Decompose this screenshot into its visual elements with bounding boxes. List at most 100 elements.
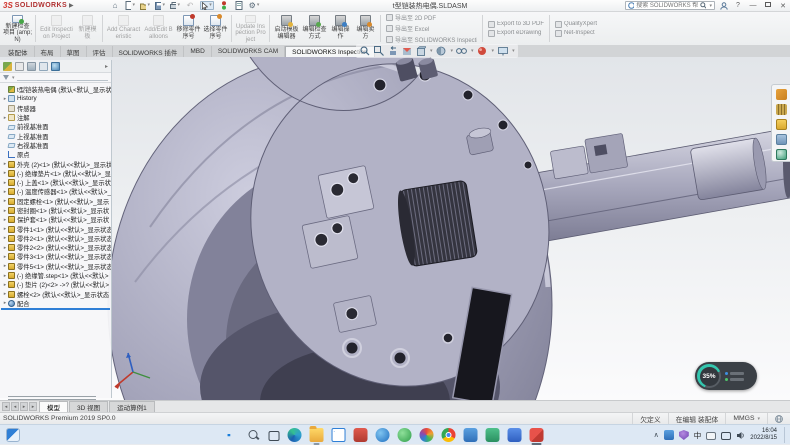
tab-assembly[interactable]: 装配体 — [2, 46, 35, 57]
file-explorer-pane-icon[interactable] — [776, 119, 787, 130]
home-icon[interactable]: ⌂ — [110, 1, 120, 10]
edge-icon[interactable] — [288, 428, 302, 442]
tree-item-component[interactable]: ▸固定螺栓<1> (默认<<默认>_显示 — [0, 197, 111, 206]
terminal-block-upper[interactable] — [318, 165, 374, 218]
search-scope-icon[interactable] — [628, 2, 634, 9]
tree-item-component[interactable]: ▸零件1<1> (默认<<默认>_显示状态 — [0, 224, 111, 233]
tube-collar[interactable] — [690, 137, 769, 200]
tree-item-right-plane[interactable]: ▸右视基准面 — [0, 141, 111, 150]
tab-model[interactable]: 模型 — [39, 401, 68, 412]
tab-sketch[interactable]: 草图 — [61, 46, 87, 57]
minimize-button[interactable]: — — [748, 2, 758, 9]
filter-input[interactable] — [17, 74, 108, 81]
tab-scroll-next-icon[interactable]: ▸ — [20, 402, 28, 411]
save-icon[interactable]: ▾ — [155, 1, 165, 10]
view-orientation-icon[interactable] — [415, 46, 426, 57]
menu-expand-arrow-icon[interactable]: ▶ — [69, 2, 74, 9]
tree-item-component[interactable]: ▸密封圈<1> (默认<<默认>_显示状 — [0, 206, 111, 215]
mail-icon[interactable] — [332, 428, 346, 442]
wps-icon[interactable] — [508, 428, 522, 442]
tree-item-sensors[interactable]: ▸传感器 — [0, 104, 111, 113]
edit-vendors-button[interactable]: 编辑卖方 — [353, 13, 378, 44]
help-button[interactable]: ? — [733, 2, 743, 9]
tab-cam[interactable]: SOLIDWORKS CAM — [212, 46, 285, 57]
tray-chevron-icon[interactable]: ∧ — [654, 431, 659, 439]
tree-item-component[interactable]: ▸零件3<1> (默认<<默认>_显示状态 — [0, 252, 111, 261]
net-inspect-item[interactable]: Net-Inspect — [555, 30, 605, 37]
file-properties-icon[interactable] — [234, 1, 244, 10]
tab-layout[interactable]: 布局 — [35, 46, 61, 57]
tab-scroll-arrow-icon[interactable]: ▸ — [105, 63, 108, 70]
restore-button[interactable] — [763, 2, 773, 9]
undo-icon[interactable]: ↶ — [185, 1, 195, 10]
tree-filter-row[interactable]: ▾ — [0, 73, 111, 83]
qualityxpert-item[interactable]: QualityXpert — [555, 21, 605, 28]
propertymanager-tab-icon[interactable] — [15, 62, 24, 71]
export-3d-pdf-item[interactable]: Export to 3D PDF — [488, 21, 544, 28]
keyboard-icon[interactable] — [706, 432, 716, 440]
start-button-icon[interactable] — [228, 434, 234, 440]
zoom-fit-icon[interactable] — [359, 46, 370, 57]
security-shield-icon[interactable] — [679, 430, 689, 440]
export-edrawing-item[interactable]: Export eDrawing — [488, 30, 544, 37]
add-characteristic-button[interactable]: Add Characteristic — [105, 13, 142, 44]
options-gear-icon[interactable]: ⚙▾ — [249, 1, 259, 10]
help-search-box[interactable]: ▾ — [625, 1, 715, 10]
tree-item-component[interactable]: ▸(-) 温度传感器<1> (默认<<默认>_ — [0, 187, 111, 196]
tree-item-top-plane[interactable]: ▸上视基准面 — [0, 131, 111, 140]
green-app-icon[interactable] — [398, 428, 412, 442]
zoom-area-icon[interactable] — [373, 46, 384, 57]
status-units[interactable]: MMGS▾ — [725, 413, 767, 424]
featuremanager-tab-icon[interactable] — [3, 62, 12, 71]
tree-item-component[interactable]: ▸外壳 (2)<1> (默认<<默认>_显示状 — [0, 159, 111, 168]
tab-nav-buttons[interactable]: ◂ ◂ ▸ ▸ — [0, 402, 39, 412]
display-style-dropdown-icon[interactable]: ▾ — [451, 48, 454, 54]
tab-mbd[interactable]: MBD — [184, 46, 211, 57]
tree-item-component[interactable]: ▸(-) 绝缘管.step<1> (默认<<默认> — [0, 271, 111, 280]
tree-item-component[interactable]: ▸(-) 垫片 (2)<2> ->? (默认<<默认> — [0, 280, 111, 289]
panel-splitter[interactable] — [8, 396, 96, 397]
tree-item-mates[interactable]: ▸配合 — [0, 299, 111, 308]
tree-item-annotations[interactable]: ▸注解 — [0, 113, 111, 122]
filter-dropdown-icon[interactable]: ▾ — [12, 75, 15, 81]
filter-funnel-icon[interactable] — [3, 75, 9, 80]
remove-balloons-button[interactable]: 移除零件序号 — [175, 13, 202, 44]
tab-3d-views[interactable]: 3D 视图 — [69, 401, 108, 412]
tab-motion-study[interactable]: 运动算例1 — [109, 401, 155, 412]
tab-addins[interactable]: SOLIDWORKS 插件 — [113, 46, 185, 57]
hide-show-dropdown-icon[interactable]: ▾ — [471, 48, 474, 54]
taskbar-search-icon[interactable] — [247, 428, 261, 442]
view-orientation-dropdown-icon[interactable]: ▾ — [430, 48, 433, 54]
tree-item-component[interactable]: ▸零件2<2> (默认<<默认>_显示状态 — [0, 243, 111, 252]
onedrive-app-icon[interactable] — [376, 428, 390, 442]
tree-item-component[interactable]: ▸零件5<1> (默认<<默认>_显示状态 — [0, 262, 111, 271]
search-dropdown-icon[interactable]: ▾ — [709, 3, 712, 9]
terminal-block-lower[interactable] — [302, 215, 358, 268]
tab-scroll-first-icon[interactable]: ◂ — [2, 402, 10, 411]
select-balloons-button[interactable]: 选择零件序号 — [202, 13, 229, 44]
login-user-icon[interactable] — [720, 2, 728, 10]
tree-item-component[interactable]: ▸(-) 绝缘垫片<1> (默认<<默认>_显 — [0, 169, 111, 178]
display-style-icon[interactable] — [436, 46, 447, 57]
export-excel-item[interactable]: 导出至 Excel — [386, 24, 477, 33]
tree-item-origin[interactable]: ▸原点 — [0, 150, 111, 159]
section-view-icon[interactable] — [401, 46, 412, 57]
assembly-3d-model[interactable] — [0, 57, 790, 400]
edit-inspection-methods-button[interactable]: 编辑检查方式 — [301, 13, 328, 44]
view-palette-icon[interactable] — [776, 134, 787, 145]
graphics-viewport[interactable]: ▾ ▾ ▾ ▾ ▾ ▸ ▾ ▸t型铠装热电偶 (默认<默认_显示状态-1 ▸Hi… — [0, 57, 790, 400]
open-icon[interactable]: ▾ — [140, 1, 150, 10]
scene-icon[interactable] — [497, 46, 508, 57]
new-document-icon[interactable]: ▾ — [125, 1, 135, 10]
appearance-dropdown-icon[interactable]: ▾ — [492, 48, 495, 54]
widgets-icon[interactable] — [6, 428, 20, 442]
launch-template-editor-button[interactable]: 启动模板编辑器 — [272, 13, 301, 44]
configurationmanager-tab-icon[interactable] — [27, 62, 36, 71]
onedrive-tray-icon[interactable] — [664, 430, 674, 440]
tab-scroll-last-icon[interactable]: ▸ — [29, 402, 37, 411]
rebuild-icon[interactable] — [219, 1, 229, 10]
phone-assistant-icon[interactable] — [464, 428, 478, 442]
tree-item-component[interactable]: ▸(-) 上盖<1> (默认<<默认>_显示状 — [0, 178, 111, 187]
solidworks-taskbar-icon[interactable] — [530, 428, 544, 442]
volume-icon[interactable] — [736, 431, 745, 440]
